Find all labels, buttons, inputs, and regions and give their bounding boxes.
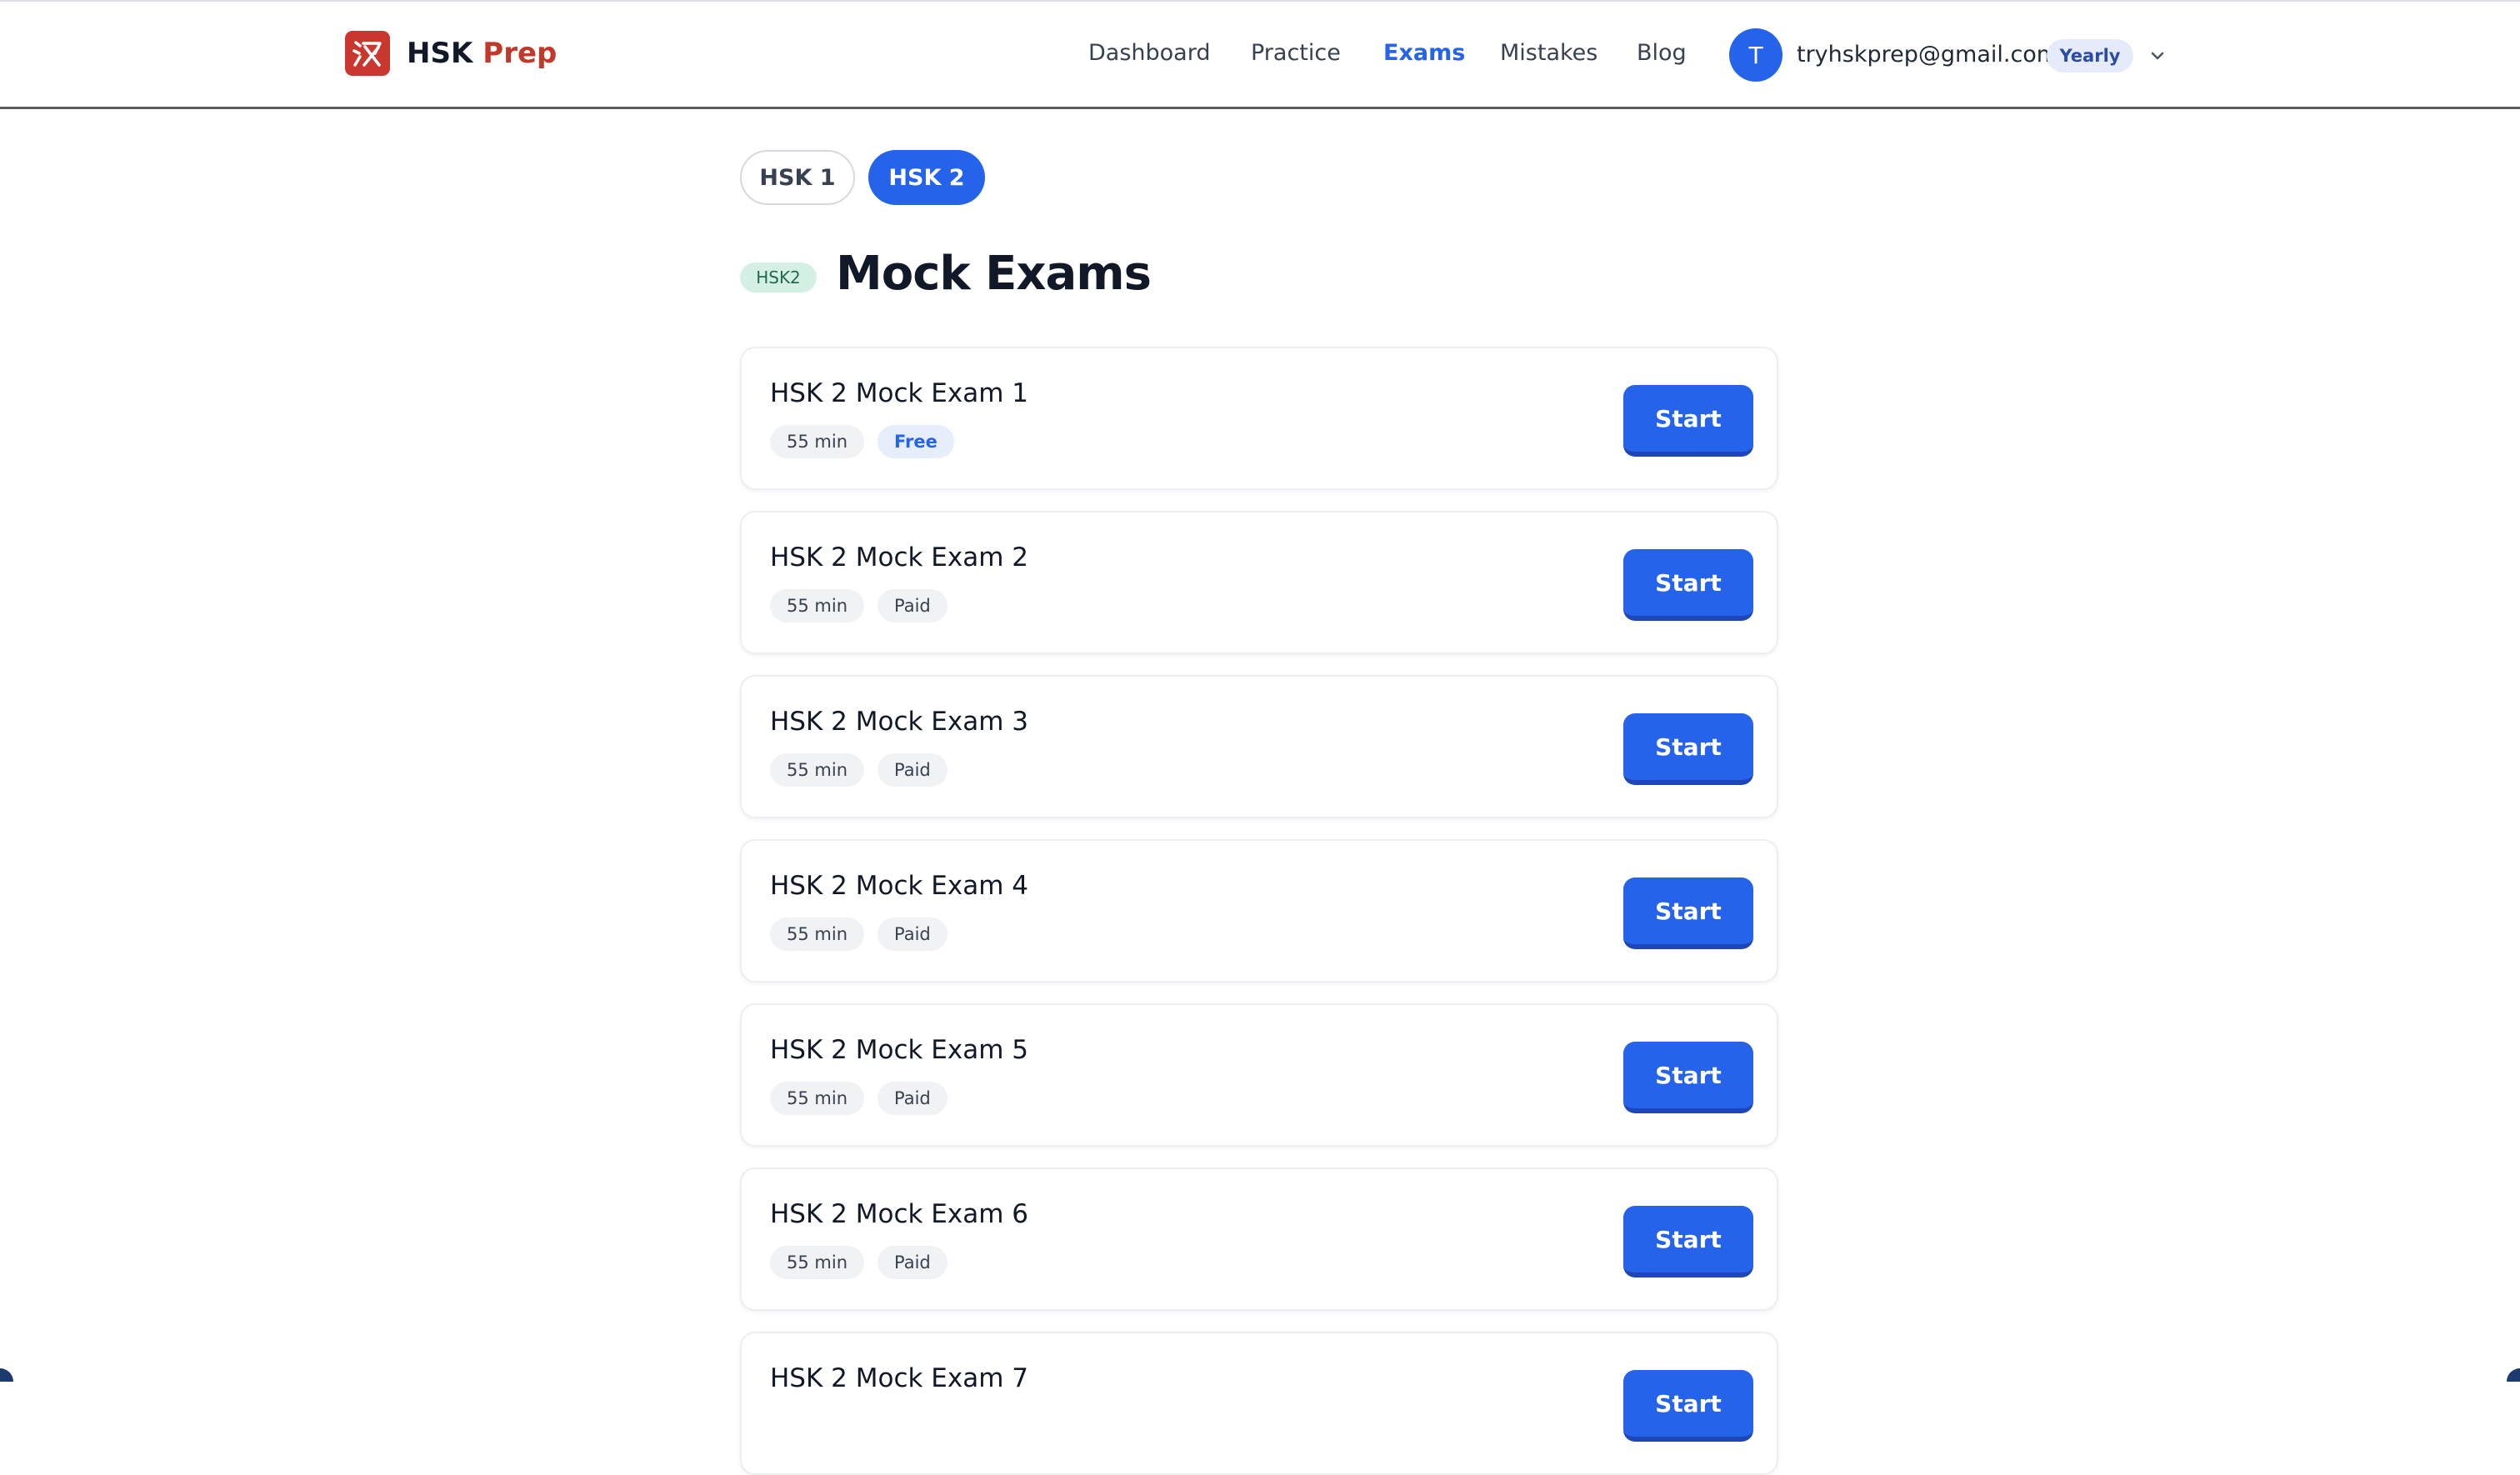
duration-tag: 55 min	[770, 589, 864, 622]
window-corner	[2507, 1368, 2520, 1382]
exam-tags: 55 min Paid	[770, 753, 961, 787]
duration-tag: 55 min	[770, 918, 864, 951]
exam-title: HSK 2 Mock Exam 7	[770, 1363, 1029, 1393]
user-avatar[interactable]: T	[1729, 28, 1782, 82]
nav-item-practice[interactable]: Practice	[1251, 40, 1341, 66]
exam-card: HSK 2 Mock Exam 6 55 min Paid Start	[740, 1168, 1778, 1311]
exam-title: HSK 2 Mock Exam 4	[770, 871, 1029, 901]
start-button[interactable]: Start	[1623, 549, 1753, 621]
han-glyph-icon	[352, 41, 382, 67]
start-button[interactable]: Start	[1623, 385, 1753, 457]
logo-han-icon	[345, 31, 390, 76]
exam-tags: 55 min Free	[770, 425, 968, 458]
access-tag: Paid	[878, 918, 948, 951]
nav-item-blog[interactable]: Blog	[1637, 40, 1687, 66]
exam-title: HSK 2 Mock Exam 2	[770, 542, 1029, 572]
duration-tag: 55 min	[770, 1082, 864, 1115]
exam-tags: 55 min Paid	[770, 1082, 961, 1115]
exam-tags: 55 min Paid	[770, 918, 961, 951]
nav-item-mistakes[interactable]: Mistakes	[1500, 40, 1598, 66]
brand-name: HSK	[407, 37, 473, 70]
exam-title: HSK 2 Mock Exam 5	[770, 1035, 1029, 1065]
exam-card: HSK 2 Mock Exam 3 55 min Paid Start	[740, 675, 1778, 818]
chevron-down-icon[interactable]	[2148, 47, 2167, 65]
plan-badge: Yearly	[2047, 39, 2133, 72]
start-button[interactable]: Start	[1623, 1042, 1753, 1113]
brand-name-accent: Prep	[482, 37, 558, 70]
start-button[interactable]: Start	[1623, 1206, 1753, 1278]
exam-card: HSK 2 Mock Exam 2 55 min Paid Start	[740, 511, 1778, 654]
duration-tag: 55 min	[770, 753, 864, 787]
start-button[interactable]: Start	[1623, 878, 1753, 949]
tab-hsk-1[interactable]: HSK 1	[740, 150, 855, 205]
brand-logo[interactable]: HSK Prep	[345, 28, 557, 78]
duration-tag: 55 min	[770, 1246, 864, 1279]
start-button[interactable]: Start	[1623, 1370, 1753, 1442]
duration-tag: 55 min	[770, 425, 864, 458]
exam-card: HSK 2 Mock Exam 4 55 min Paid Start	[740, 839, 1778, 982]
tab-hsk-2[interactable]: HSK 2	[868, 150, 985, 205]
exam-title: HSK 2 Mock Exam 3	[770, 707, 1029, 737]
access-tag: Paid	[878, 1082, 948, 1115]
nav-item-dashboard[interactable]: Dashboard	[1088, 40, 1210, 66]
access-tag: Paid	[878, 753, 948, 787]
exam-title: HSK 2 Mock Exam 1	[770, 378, 1029, 408]
level-badge: HSK2	[740, 262, 817, 292]
exam-card: HSK 2 Mock Exam 1 55 min Free Start	[740, 347, 1778, 490]
access-tag: Paid	[878, 1246, 948, 1279]
window-corner	[0, 1368, 13, 1382]
access-tag: Paid	[878, 589, 948, 622]
exam-card: HSK 2 Mock Exam 5 55 min Paid Start	[740, 1003, 1778, 1147]
start-button[interactable]: Start	[1623, 713, 1753, 785]
page-title: Mock Exams	[836, 247, 1152, 301]
access-tag: Free	[878, 425, 954, 458]
exam-tags: 55 min Paid	[770, 1246, 961, 1279]
top-navbar: HSK Prep Dashboard Practice Exams Mistak…	[0, 2, 2520, 109]
exam-title: HSK 2 Mock Exam 6	[770, 1199, 1029, 1229]
nav-item-exams[interactable]: Exams	[1383, 40, 1465, 66]
user-email[interactable]: tryhskprep@gmail.com	[1797, 42, 2058, 68]
exam-card: HSK 2 Mock Exam 7 Start	[740, 1332, 1778, 1475]
exam-tags: 55 min Paid	[770, 589, 961, 622]
